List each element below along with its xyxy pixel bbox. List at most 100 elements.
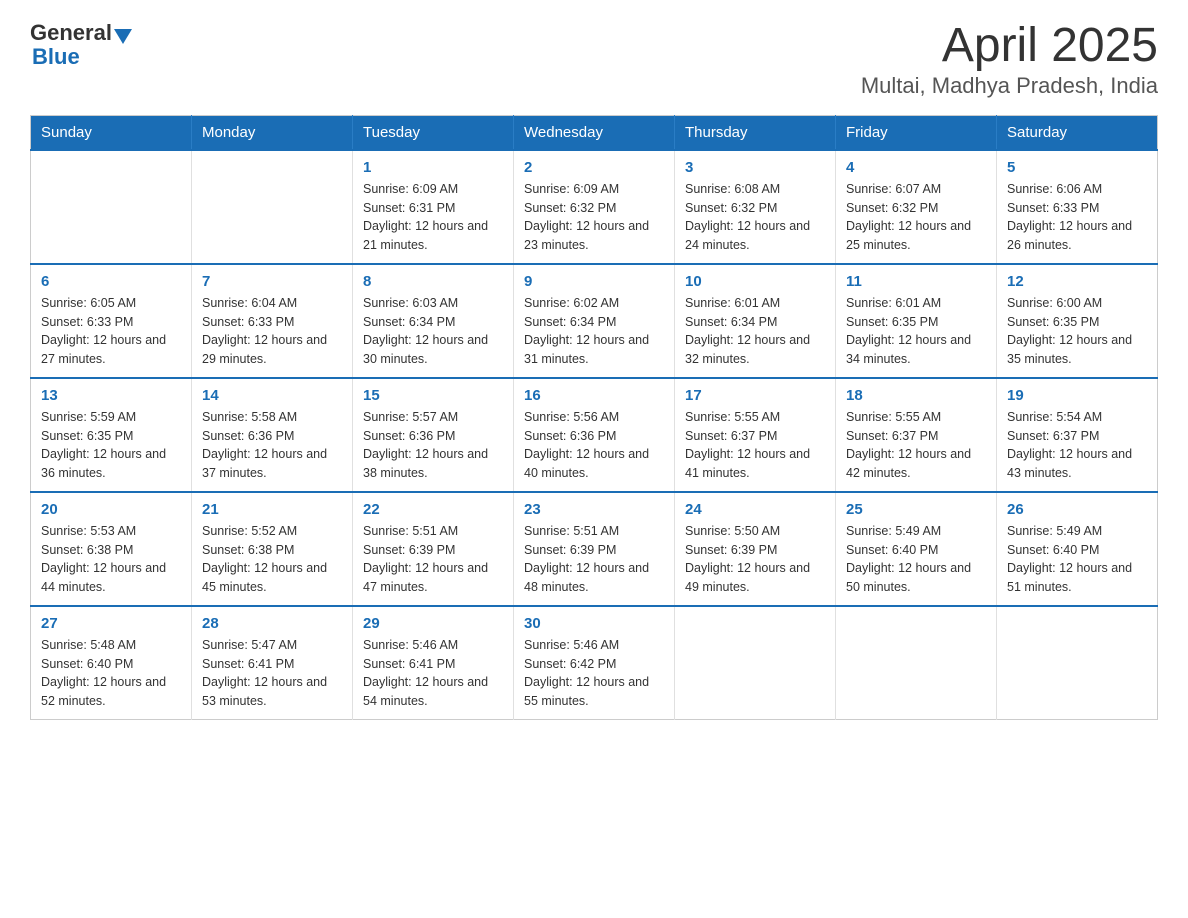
day-number: 4 [846,159,986,176]
day-info: Sunrise: 5:53 AMSunset: 6:38 PMDaylight:… [41,522,181,597]
day-number: 26 [1007,501,1147,518]
day-info: Sunrise: 5:59 AMSunset: 6:35 PMDaylight:… [41,408,181,483]
logo-blue-text: Blue [30,44,80,70]
calendar-cell: 22Sunrise: 5:51 AMSunset: 6:39 PMDayligh… [353,492,514,606]
day-info: Sunrise: 5:51 AMSunset: 6:39 PMDaylight:… [524,522,664,597]
day-number: 5 [1007,159,1147,176]
calendar-table: SundayMondayTuesdayWednesdayThursdayFrid… [30,115,1158,720]
calendar-week-3: 13 Sunrise: 5:59 AMSunset: 6:35 PMDayligh… [31,378,1158,492]
day-info: Sunrise: 6:01 AMSunset: 6:34 PMDaylight:… [685,294,825,369]
day-number: 14 [202,387,342,404]
day-number: 6 [41,273,181,290]
day-info: Sunrise: 5:50 AMSunset: 6:39 PMDaylight:… [685,522,825,597]
weekday-header-sunday: Sunday [31,115,192,150]
calendar-cell: 19 Sunrise: 5:54 AMSunset: 6:37 PMDayligh… [997,378,1158,492]
weekday-header-saturday: Saturday [997,115,1158,150]
day-info: Sunrise: 6:01 AMSunset: 6:35 PMDaylight:… [846,294,986,369]
day-number: 11 [846,273,986,290]
calendar-cell: 5 Sunrise: 6:06 AMSunset: 6:33 PMDaylight… [997,150,1158,264]
day-info: Sunrise: 6:09 AMSunset: 6:31 PMDaylight:… [363,180,503,255]
calendar-cell: 3 Sunrise: 6:08 AMSunset: 6:32 PMDaylight… [675,150,836,264]
day-info: Sunrise: 5:48 AMSunset: 6:40 PMDaylight:… [41,636,181,711]
calendar-cell: 28 Sunrise: 5:47 AMSunset: 6:41 PMDayligh… [192,606,353,720]
calendar-cell [31,150,192,264]
calendar-week-2: 6 Sunrise: 6:05 AMSunset: 6:33 PMDaylight… [31,264,1158,378]
day-info: Sunrise: 5:46 AMSunset: 6:41 PMDaylight:… [363,636,503,711]
day-number: 19 [1007,387,1147,404]
calendar-cell: 29 Sunrise: 5:46 AMSunset: 6:41 PMDayligh… [353,606,514,720]
calendar-week-4: 20Sunrise: 5:53 AMSunset: 6:38 PMDayligh… [31,492,1158,606]
calendar-cell: 23 Sunrise: 5:51 AMSunset: 6:39 PMDayligh… [514,492,675,606]
calendar-cell: 11 Sunrise: 6:01 AMSunset: 6:35 PMDayligh… [836,264,997,378]
calendar-cell: 15 Sunrise: 5:57 AMSunset: 6:36 PMDayligh… [353,378,514,492]
day-info: Sunrise: 5:47 AMSunset: 6:41 PMDaylight:… [202,636,342,711]
weekday-header-monday: Monday [192,115,353,150]
calendar-cell: 12 Sunrise: 6:00 AMSunset: 6:35 PMDayligh… [997,264,1158,378]
day-number: 16 [524,387,664,404]
weekday-header-wednesday: Wednesday [514,115,675,150]
day-info: Sunrise: 5:55 AMSunset: 6:37 PMDaylight:… [846,408,986,483]
calendar-cell: 14 Sunrise: 5:58 AMSunset: 6:36 PMDayligh… [192,378,353,492]
calendar-cell: 4Sunrise: 6:07 AMSunset: 6:32 PMDaylight… [836,150,997,264]
day-info: Sunrise: 5:58 AMSunset: 6:36 PMDaylight:… [202,408,342,483]
calendar-cell [836,606,997,720]
logo: General Blue [30,20,132,70]
day-number: 3 [685,159,825,176]
page-subtitle: Multai, Madhya Pradesh, India [861,73,1158,99]
day-info: Sunrise: 6:06 AMSunset: 6:33 PMDaylight:… [1007,180,1147,255]
day-info: Sunrise: 5:49 AMSunset: 6:40 PMDaylight:… [846,522,986,597]
day-info: Sunrise: 5:46 AMSunset: 6:42 PMDaylight:… [524,636,664,711]
calendar-cell: 7 Sunrise: 6:04 AMSunset: 6:33 PMDaylight… [192,264,353,378]
day-number: 18 [846,387,986,404]
day-info: Sunrise: 6:09 AMSunset: 6:32 PMDaylight:… [524,180,664,255]
calendar-cell: 18 Sunrise: 5:55 AMSunset: 6:37 PMDayligh… [836,378,997,492]
day-number: 7 [202,273,342,290]
calendar-cell: 17Sunrise: 5:55 AMSunset: 6:37 PMDayligh… [675,378,836,492]
day-info: Sunrise: 5:54 AMSunset: 6:37 PMDaylight:… [1007,408,1147,483]
calendar-cell: 8 Sunrise: 6:03 AMSunset: 6:34 PMDaylight… [353,264,514,378]
calendar-cell [675,606,836,720]
weekday-header-friday: Friday [836,115,997,150]
logo-triangle-icon [114,29,132,44]
day-number: 29 [363,615,503,632]
day-info: Sunrise: 5:52 AMSunset: 6:38 PMDaylight:… [202,522,342,597]
weekday-header-tuesday: Tuesday [353,115,514,150]
logo-general-text: General [30,20,112,46]
day-number: 2 [524,159,664,176]
day-info: Sunrise: 6:02 AMSunset: 6:34 PMDaylight:… [524,294,664,369]
day-info: Sunrise: 6:00 AMSunset: 6:35 PMDaylight:… [1007,294,1147,369]
day-info: Sunrise: 6:04 AMSunset: 6:33 PMDaylight:… [202,294,342,369]
day-number: 12 [1007,273,1147,290]
page-title: April 2025 [861,20,1158,73]
day-number: 15 [363,387,503,404]
day-number: 1 [363,159,503,176]
page-header: General Blue April 2025 Multai, Madhya P… [30,20,1158,99]
day-number: 24 [685,501,825,518]
calendar-cell: 13 Sunrise: 5:59 AMSunset: 6:35 PMDayligh… [31,378,192,492]
weekday-header-thursday: Thursday [675,115,836,150]
calendar-cell: 26Sunrise: 5:49 AMSunset: 6:40 PMDayligh… [997,492,1158,606]
day-number: 22 [363,501,503,518]
calendar-cell [997,606,1158,720]
day-info: Sunrise: 6:03 AMSunset: 6:34 PMDaylight:… [363,294,503,369]
day-number: 23 [524,501,664,518]
calendar-cell: 20Sunrise: 5:53 AMSunset: 6:38 PMDayligh… [31,492,192,606]
day-number: 13 [41,387,181,404]
day-number: 25 [846,501,986,518]
day-number: 28 [202,615,342,632]
calendar-cell: 9 Sunrise: 6:02 AMSunset: 6:34 PMDaylight… [514,264,675,378]
calendar-cell: 6 Sunrise: 6:05 AMSunset: 6:33 PMDaylight… [31,264,192,378]
day-number: 17 [685,387,825,404]
calendar-cell: 24 Sunrise: 5:50 AMSunset: 6:39 PMDayligh… [675,492,836,606]
day-info: Sunrise: 6:08 AMSunset: 6:32 PMDaylight:… [685,180,825,255]
calendar-week-1: 1 Sunrise: 6:09 AMSunset: 6:31 PMDaylight… [31,150,1158,264]
day-info: Sunrise: 6:05 AMSunset: 6:33 PMDaylight:… [41,294,181,369]
calendar-cell: 30Sunrise: 5:46 AMSunset: 6:42 PMDayligh… [514,606,675,720]
day-info: Sunrise: 5:57 AMSunset: 6:36 PMDaylight:… [363,408,503,483]
calendar-cell: 1 Sunrise: 6:09 AMSunset: 6:31 PMDaylight… [353,150,514,264]
day-number: 9 [524,273,664,290]
calendar-cell [192,150,353,264]
day-number: 27 [41,615,181,632]
day-number: 8 [363,273,503,290]
title-section: April 2025 Multai, Madhya Pradesh, India [861,20,1158,99]
